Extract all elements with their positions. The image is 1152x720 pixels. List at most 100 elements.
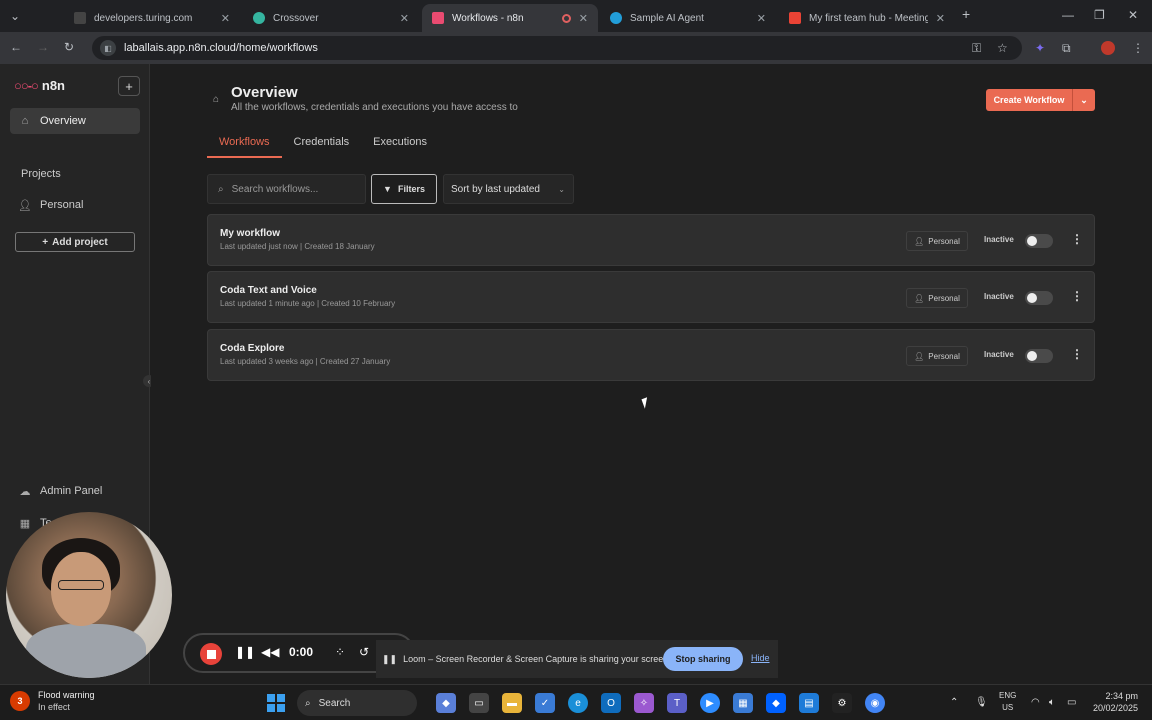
tab-executions[interactable]: Executions bbox=[361, 132, 439, 158]
reload-icon[interactable]: ↻ bbox=[64, 40, 74, 54]
user-icon: 👤︎ bbox=[18, 199, 32, 212]
clock[interactable]: 2:34 pm 20/02/2025 bbox=[1086, 690, 1138, 714]
restore-icon[interactable]: ❐ bbox=[1094, 8, 1105, 22]
sidebar-item-overview[interactable]: ⌂ Overview bbox=[10, 108, 140, 134]
extension-icon[interactable]: ✦ bbox=[1035, 41, 1045, 55]
owner-label: Personal bbox=[928, 236, 960, 246]
taskbar-search[interactable]: ⌕ Search bbox=[297, 690, 417, 716]
workflow-name[interactable]: Coda Explore bbox=[220, 343, 284, 354]
browser-menu-icon[interactable]: ⋮ bbox=[1132, 41, 1144, 55]
password-key-icon[interactable]: ⚿ bbox=[972, 41, 981, 56]
plus-icon: + bbox=[42, 236, 49, 248]
close-tab-icon[interactable]: ✕ bbox=[757, 12, 766, 25]
minimize-icon[interactable]: — bbox=[1062, 8, 1074, 22]
more-options-icon[interactable]: ⋮ bbox=[1071, 289, 1083, 303]
vscode-icon[interactable]: ✓ bbox=[535, 693, 555, 713]
address-bar[interactable]: ◧ laballais.app.n8n.cloud/home/workflows bbox=[92, 36, 1022, 60]
pause-icon[interactable]: ❚❚ bbox=[235, 645, 255, 659]
sidebar-item-label: Admin Panel bbox=[40, 485, 103, 497]
close-tab-icon[interactable]: ✕ bbox=[579, 12, 588, 25]
new-tab-plus-icon[interactable]: + bbox=[962, 6, 970, 22]
tab-workflows-n8n[interactable]: Workflows - n8n ✕ bbox=[422, 4, 598, 32]
volume-icon[interactable]: 🔈︎ bbox=[1049, 697, 1055, 708]
workflow-meta: Last updated 1 minute ago | Created 10 F… bbox=[220, 299, 396, 308]
weather-title: Flood warning bbox=[38, 690, 95, 700]
create-workflow-label[interactable]: Create Workflow bbox=[986, 89, 1073, 111]
back-arrow-icon[interactable]: ← bbox=[10, 40, 22, 54]
forward-arrow-icon[interactable]: → bbox=[37, 40, 49, 54]
active-toggle[interactable] bbox=[1025, 349, 1053, 363]
file-explorer-icon[interactable]: ▬ bbox=[502, 693, 522, 713]
chatgpt-icon[interactable]: ⚙ bbox=[832, 693, 852, 713]
tab-crossover[interactable]: Crossover ✕ bbox=[243, 4, 419, 32]
more-options-icon[interactable]: ⋮ bbox=[1071, 347, 1083, 361]
edge-browser-icon[interactable]: e bbox=[568, 693, 588, 713]
close-tab-icon[interactable]: ✕ bbox=[221, 12, 230, 25]
filters-button[interactable]: ▼ Filters bbox=[371, 174, 437, 204]
task-view-icon[interactable]: ▭ bbox=[469, 693, 489, 713]
active-toggle[interactable] bbox=[1025, 234, 1053, 248]
active-toggle[interactable] bbox=[1025, 291, 1053, 305]
tab-team-hub[interactable]: My first team hub - Meeting no ✕ bbox=[779, 4, 955, 32]
dropbox-icon[interactable]: ◆ bbox=[766, 693, 786, 713]
calendar-icon[interactable]: ▤ bbox=[799, 693, 819, 713]
close-tab-icon[interactable]: ✕ bbox=[936, 12, 945, 25]
workflow-row[interactable]: Coda Explore Last updated 3 weeks ago | … bbox=[207, 329, 1095, 381]
outlook-icon[interactable]: O bbox=[601, 693, 621, 713]
user-icon: 👤︎ bbox=[914, 351, 925, 361]
rewind-icon[interactable]: ◀◀ bbox=[261, 645, 279, 659]
create-workflow-button[interactable]: Create Workflow ⌄ bbox=[986, 89, 1095, 111]
more-options-icon[interactable]: ⋮ bbox=[1071, 232, 1083, 246]
wifi-icon[interactable]: ◠ bbox=[1031, 697, 1040, 708]
bookmark-star-icon[interactable]: ☆ bbox=[997, 41, 1008, 55]
extensions-puzzle-icon[interactable]: ⧉ bbox=[1062, 41, 1071, 56]
n8n-logo[interactable]: ○○-○ n8n bbox=[14, 78, 65, 93]
add-new-button[interactable]: + bbox=[118, 76, 140, 96]
site-info-icon[interactable]: ◧ bbox=[100, 40, 116, 56]
workflow-name[interactable]: Coda Text and Voice bbox=[220, 285, 317, 296]
close-window-icon[interactable]: ✕ bbox=[1128, 8, 1138, 22]
tab-sample-ai-agent[interactable]: Sample AI Agent ✕ bbox=[600, 4, 776, 32]
language-indicator[interactable]: ENG US bbox=[999, 690, 1016, 714]
tab-search-chevron-icon[interactable]: ⌄ bbox=[10, 9, 20, 23]
sidebar-item-admin-panel[interactable]: ☁ Admin Panel bbox=[10, 478, 140, 504]
tray-overflow-icon[interactable]: ⌃ bbox=[950, 697, 958, 708]
workflow-row[interactable]: My workflow Last updated just now | Crea… bbox=[207, 214, 1095, 266]
close-tab-icon[interactable]: ✕ bbox=[400, 12, 409, 25]
hide-link[interactable]: Hide bbox=[751, 653, 770, 663]
copilot-app-icon[interactable]: ◆ bbox=[436, 693, 456, 713]
add-project-button[interactable]: + Add project bbox=[15, 232, 135, 252]
chevron-down-icon[interactable]: ⌄ bbox=[1073, 95, 1095, 106]
battery-icon[interactable]: ▭ bbox=[1067, 697, 1076, 708]
clock-time: 2:34 pm bbox=[1105, 691, 1138, 701]
webcam-bubble[interactable] bbox=[6, 512, 172, 678]
grid-icon[interactable]: ⁘ bbox=[335, 645, 345, 659]
sort-select[interactable]: Sort by last updated ⌄ bbox=[443, 174, 574, 204]
presenter-body bbox=[26, 624, 146, 678]
workflow-row[interactable]: Coda Text and Voice Last updated 1 minut… bbox=[207, 271, 1095, 323]
stop-sharing-button[interactable]: Stop sharing bbox=[663, 647, 743, 671]
teams-icon[interactable]: T bbox=[667, 693, 687, 713]
weather-widget[interactable]: 3 Flood warning In effect bbox=[10, 689, 95, 713]
sort-selected-value: Sort by last updated bbox=[451, 183, 540, 195]
microphone-icon[interactable]: 🎙︎ bbox=[975, 697, 988, 708]
restart-icon[interactable]: ↺ bbox=[359, 645, 369, 659]
copilot-icon[interactable]: ✧ bbox=[634, 693, 654, 713]
owner-badge: 👤︎ Personal bbox=[906, 288, 968, 308]
store-icon[interactable]: ▦ bbox=[733, 693, 753, 713]
tab-workflows[interactable]: Workflows bbox=[207, 132, 282, 158]
sharing-message: Loom – Screen Recorder & Screen Capture … bbox=[403, 654, 671, 664]
workflow-name[interactable]: My workflow bbox=[220, 228, 280, 239]
zoom-icon[interactable]: ▶ bbox=[700, 693, 720, 713]
drag-handle-icon[interactable]: ❚❚ bbox=[382, 654, 397, 665]
windows-start-icon[interactable] bbox=[267, 694, 285, 712]
user-icon: 👤︎ bbox=[914, 293, 925, 303]
search-workflows-input[interactable]: ⌕ Search workflows... bbox=[207, 174, 366, 204]
sidebar-item-personal[interactable]: 👤︎ Personal bbox=[10, 192, 140, 218]
stop-recording-button[interactable] bbox=[200, 643, 222, 665]
tab-credentials[interactable]: Credentials bbox=[282, 132, 362, 158]
tab-turing[interactable]: developers.turing.com ✕ bbox=[64, 4, 240, 32]
profile-avatar-icon[interactable] bbox=[1101, 41, 1115, 55]
chrome-icon[interactable]: ◉ bbox=[865, 693, 885, 713]
keyboard-layout: US bbox=[1002, 703, 1014, 712]
